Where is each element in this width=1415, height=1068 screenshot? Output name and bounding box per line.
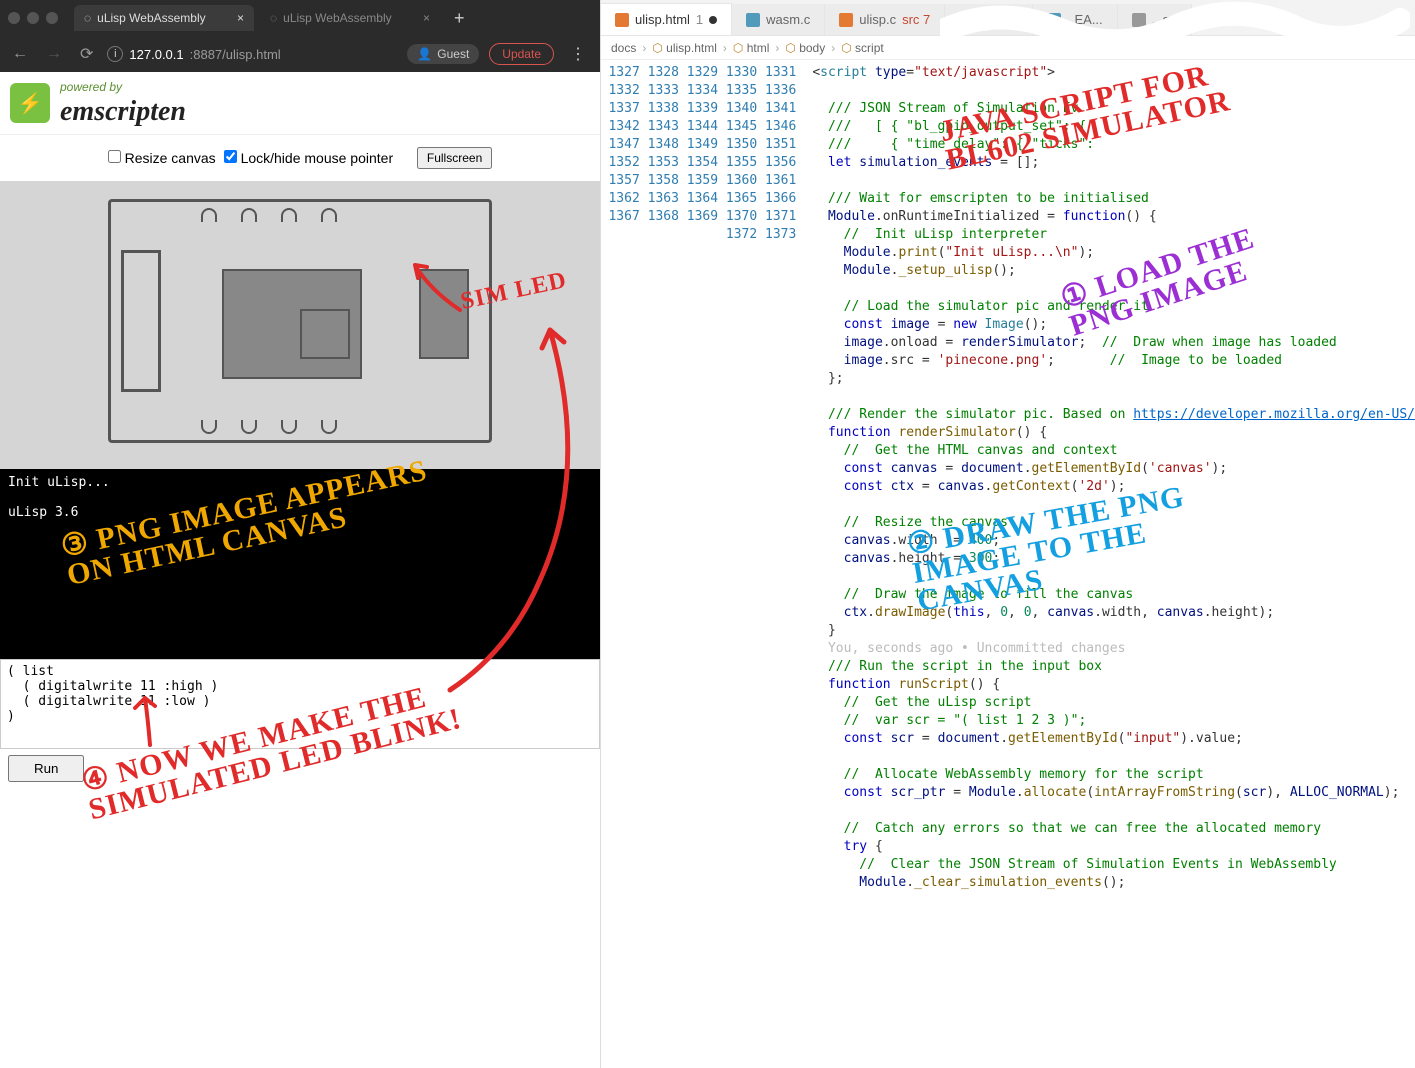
run-button[interactable]: Run [8, 755, 84, 782]
page-content: ⚡ powered by emscripten Resize canvas Lo… [0, 72, 600, 1068]
url-host: 127.0.0.1 [129, 47, 183, 62]
output-console: Init uLisp... uLisp 3.6 [0, 469, 600, 659]
editor-tab[interactable]: wasm.c [732, 4, 825, 35]
lock-hide-option[interactable]: Lock/hide mouse pointer [224, 150, 393, 166]
breadcrumb[interactable]: docs›⬡ ulisp.html›⬡ html›⬡ body›⬡ script [601, 36, 1415, 60]
script-input[interactable] [0, 659, 600, 749]
editor-tab[interactable]: ...sm... [945, 4, 1033, 35]
tab-title: uLisp WebAssembly [97, 11, 206, 25]
symbol-icon: ⬡ [733, 41, 743, 55]
reload-button[interactable]: ⟳ [76, 44, 97, 64]
tab-label: wasm.c [766, 12, 810, 27]
breadcrumb-item[interactable]: ⬡ ulisp.html [652, 41, 717, 55]
profile-label: Guest [437, 47, 469, 61]
close-tab-icon[interactable]: × [237, 11, 244, 25]
modified-dot-icon [709, 16, 717, 24]
code-editor[interactable]: 1327 1328 1329 1330 1331 1332 1333 1334 … [601, 60, 1415, 1068]
breadcrumb-item[interactable]: docs [611, 41, 636, 55]
globe-icon: ◌ [270, 11, 277, 25]
tab-label: ...sm... [979, 12, 1018, 27]
powered-by-label: powered by [60, 80, 122, 94]
minimize-icon[interactable] [27, 12, 39, 24]
symbol-icon: ⬡ [785, 41, 795, 55]
tab-label: ulisp.c [859, 12, 896, 27]
editor-tab-bar: ulisp.html 1 wasm.c ulisp.c src 7 ...sm....… [601, 0, 1415, 36]
close-icon[interactable] [8, 12, 20, 24]
emscripten-logo-icon: ⚡ [10, 83, 50, 123]
resize-canvas-option[interactable]: Resize canvas [108, 150, 216, 166]
globe-icon: ◌ [84, 11, 91, 25]
symbol-icon: ⬡ [652, 41, 662, 55]
window-controls[interactable] [8, 12, 58, 24]
code-area[interactable]: <script type="text/javascript"> /// JSON… [806, 60, 1415, 1068]
resize-checkbox[interactable] [108, 150, 121, 163]
editor-tab[interactable]: ulisp.c src 7 [825, 4, 945, 35]
breadcrumb-item[interactable]: ⬡ body [785, 41, 825, 55]
close-tab-icon[interactable]: × [423, 11, 430, 25]
browser-tab-1[interactable]: ◌ uLisp WebAssembly × [74, 5, 254, 31]
browser-tab-2[interactable]: ◌ uLisp WebAssembly × [260, 5, 440, 31]
editor-tab[interactable]: ...gn [1118, 4, 1192, 35]
emscripten-header: ⚡ powered by emscripten [0, 72, 600, 135]
simulator-canvas-area [0, 181, 600, 469]
update-button[interactable]: Update [489, 43, 554, 65]
url-path: :8887/ulisp.html [190, 47, 281, 62]
lockhide-checkbox[interactable] [224, 150, 237, 163]
browser-toolbar: ← → ⟳ i 127.0.0.1 :8887/ulisp.html 👤 Gues… [0, 36, 600, 72]
file-icon [615, 13, 629, 27]
fullscreen-button[interactable]: Fullscreen [417, 147, 492, 169]
editor-tab[interactable]: ulisp.html 1 [601, 3, 732, 35]
editor-tab[interactable]: ..EA... [1033, 4, 1117, 35]
symbol-icon: ⬡ [841, 41, 851, 55]
site-info-icon[interactable]: i [107, 46, 123, 62]
file-icon [959, 13, 973, 27]
canvas-controls: Resize canvas Lock/hide mouse pointer Fu… [0, 135, 600, 181]
file-icon [839, 13, 853, 27]
emscripten-title: emscripten [60, 96, 186, 127]
tab-label: ..EA... [1067, 12, 1102, 27]
tab-label: ...gn [1152, 12, 1177, 27]
back-button[interactable]: ← [8, 45, 32, 63]
tab-title: uLisp WebAssembly [283, 11, 392, 25]
file-icon [1047, 13, 1061, 27]
forward-button[interactable]: → [42, 45, 66, 63]
zoom-icon[interactable] [46, 12, 58, 24]
kebab-menu-icon[interactable]: ⋮ [564, 44, 592, 64]
line-number-gutter: 1327 1328 1329 1330 1331 1332 1333 1334 … [601, 60, 806, 1068]
tab-label: ulisp.html [635, 12, 690, 27]
file-icon [1132, 13, 1146, 27]
browser-titlebar: ◌ uLisp WebAssembly × ◌ uLisp WebAssembl… [0, 0, 600, 36]
new-tab-button[interactable]: + [446, 8, 473, 29]
simulator-canvas[interactable] [100, 191, 500, 451]
breadcrumb-item[interactable]: ⬡ html [733, 41, 770, 55]
address-bar[interactable]: i 127.0.0.1 :8887/ulisp.html [107, 46, 397, 62]
file-icon [746, 13, 760, 27]
breadcrumb-item[interactable]: ⬡ script [841, 41, 884, 55]
person-icon: 👤 [417, 47, 432, 61]
profile-chip[interactable]: 👤 Guest [407, 44, 479, 64]
